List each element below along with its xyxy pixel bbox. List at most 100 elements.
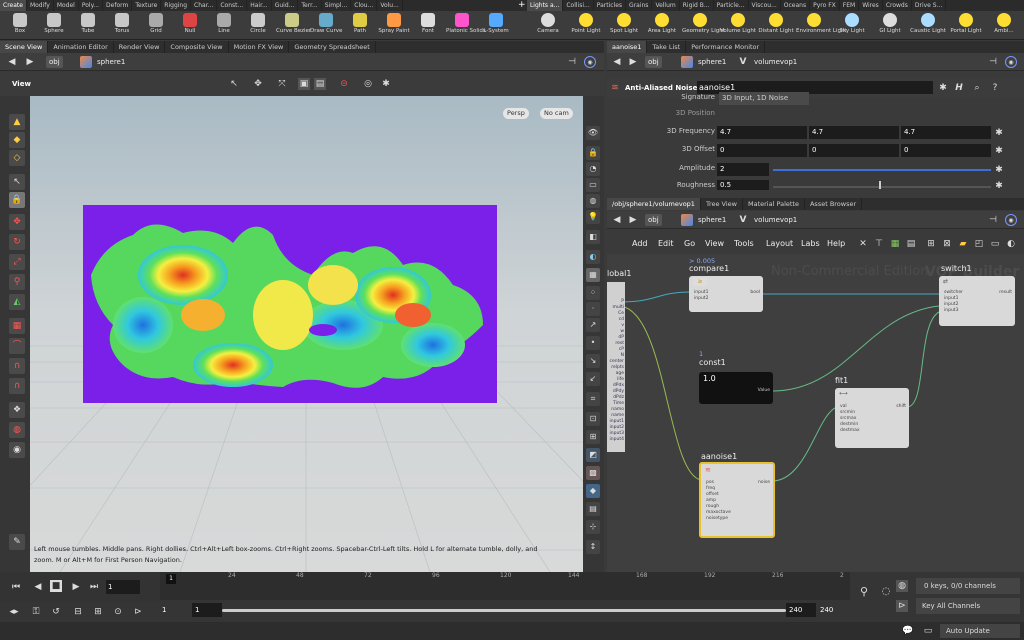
options-icon[interactable]: ⊞ — [92, 606, 104, 618]
pin-icon-3[interactable]: ⊣ — [987, 214, 999, 226]
display-icon[interactable]: ▤ — [314, 78, 326, 90]
key-all-menu[interactable]: Key All Channels — [916, 598, 1020, 614]
aanoise-amp[interactable]: amp — [706, 498, 716, 503]
preview-icon[interactable]: ◰ — [973, 238, 985, 250]
amplitude-slider[interactable] — [773, 169, 991, 171]
keyframe-icon[interactable]: ⊳ — [132, 606, 144, 618]
offset-y[interactable]: 0 — [809, 144, 899, 157]
add-shelf-icon[interactable]: + — [518, 0, 526, 11]
normals-icon[interactable]: ↗ — [586, 318, 600, 332]
parm-tab-1[interactable]: Take List — [647, 41, 687, 53]
scale-icon[interactable]: ⤢ — [9, 254, 25, 270]
select-points-icon[interactable]: ◆ — [9, 132, 25, 148]
signature-menu[interactable]: 3D Input, 1D Noise — [719, 92, 809, 105]
shelf-tab-0[interactable]: Create — [0, 0, 27, 11]
lock-camera-icon[interactable]: 🔒 — [586, 146, 600, 160]
shelf-tab-right-0[interactable]: Lights a... — [526, 0, 564, 11]
shelf-tab-2[interactable]: Model — [54, 0, 79, 11]
shelf-tab-11[interactable]: Terr... — [298, 0, 322, 11]
shelf-tab-8[interactable]: Const... — [217, 0, 248, 11]
menu-edit[interactable]: Edit — [658, 239, 674, 248]
path-obj[interactable]: obj — [46, 56, 63, 68]
list-view-icon[interactable]: ▤ — [905, 238, 917, 250]
aanoise-maxoctave[interactable]: maxoctave — [706, 510, 731, 515]
const-output[interactable]: Value — [758, 388, 770, 393]
wireframe-icon[interactable]: ▦ — [586, 268, 600, 282]
net-path-node[interactable]: sphere1 — [695, 214, 729, 226]
key-all-icon[interactable]: ⊳ — [896, 600, 908, 612]
play-reverse-icon[interactable]: ◀ — [32, 581, 44, 593]
shelf-tab-right-4[interactable]: Vellum — [652, 0, 680, 11]
radial-menu-icon[interactable]: ◌ — [880, 586, 892, 598]
play-icon[interactable]: ▶ — [70, 581, 82, 593]
auto-update-menu[interactable]: Auto Update — [940, 624, 1020, 638]
shelf-tab-right-8[interactable]: Oceans — [781, 0, 811, 11]
perspective-menu[interactable]: Persp — [503, 108, 529, 119]
link-icon-3[interactable]: ◉ — [1005, 214, 1017, 226]
notes-icon[interactable]: ✎ — [9, 534, 25, 550]
light-tool-3[interactable]: Area Light — [644, 11, 680, 40]
light-tool-8[interactable]: Sky Light — [834, 11, 870, 40]
prim-numbers-icon[interactable]: ↘ — [586, 354, 600, 368]
left-tab-5[interactable]: Geometry Spreadsheet — [289, 41, 376, 53]
tool-13[interactable]: Platonic Solids — [446, 11, 486, 40]
parm-path-vop[interactable]: volumevop1 — [751, 56, 800, 68]
shelf-tab-4[interactable]: Deform — [103, 0, 133, 11]
start-frame[interactable]: 1 — [162, 606, 166, 614]
tool-5[interactable]: Null — [174, 11, 206, 40]
checker-icon[interactable]: ▩ — [586, 466, 600, 480]
fit-destmin[interactable]: destmin — [840, 422, 858, 427]
shelf-tab-right-3[interactable]: Grains — [626, 0, 653, 11]
menu-add[interactable]: Add — [632, 239, 648, 248]
left-tab-2[interactable]: Render View — [114, 41, 166, 53]
light-tool-7[interactable]: Environment Light — [796, 11, 847, 40]
switch-node[interactable]: ⇄ switcher input1 input2 input3 result — [939, 276, 1015, 326]
forward-arrow-icon[interactable]: ▶ — [24, 56, 36, 68]
aanoise-node[interactable]: ≋ pos freq offset amp rough maxoctave no… — [699, 462, 775, 538]
left-tab-0[interactable]: Scene View — [0, 41, 49, 53]
link-icon[interactable]: ◉ — [584, 56, 596, 68]
shelf-tab-3[interactable]: Poly... — [79, 0, 104, 11]
global-anim-icon[interactable]: ⊙ — [112, 606, 124, 618]
parm-path-obj[interactable]: obj — [645, 56, 662, 68]
prim-normals-icon[interactable]: ↙ — [586, 372, 600, 386]
aanoise-output[interactable]: noise — [758, 480, 770, 485]
shelf-tab-right-12[interactable]: Crowds — [883, 0, 912, 11]
shelf-tab-5[interactable]: Texture — [132, 0, 162, 11]
camera-icon[interactable]: ▣ — [298, 78, 310, 90]
select-icon[interactable]: ▲ — [9, 114, 25, 130]
points-icon[interactable]: ⁘ — [586, 286, 600, 300]
lock-icon[interactable]: 🔒 — [9, 192, 25, 208]
handle-icon[interactable]: ⚲ — [9, 274, 25, 290]
aanoise-pos[interactable]: pos — [706, 480, 714, 485]
fit-val[interactable]: val — [840, 404, 847, 409]
light-tool-10[interactable]: Caustic Light — [910, 11, 946, 40]
render-icon[interactable]: ❖ — [9, 402, 25, 418]
tool-1[interactable]: Sphere — [38, 11, 70, 40]
realtime-icon[interactable]: ↺ — [50, 606, 62, 618]
range-start[interactable]: 1 — [192, 603, 222, 617]
menu-go[interactable]: Go — [684, 239, 695, 248]
menu-tools[interactable]: Tools — [734, 239, 754, 248]
tool-7[interactable]: Circle — [242, 11, 274, 40]
amplitude-field[interactable]: 2 — [717, 163, 769, 176]
grid-view-icon[interactable]: ▦ — [889, 238, 901, 250]
compare-output[interactable]: bool — [750, 290, 760, 295]
aanoise-noisetype[interactable]: noisetype — [706, 516, 728, 521]
frequency-y[interactable]: 4.7 — [809, 126, 899, 139]
left-tab-1[interactable]: Animation Editor — [48, 41, 114, 53]
shelf-tab-1[interactable]: Modify — [27, 0, 54, 11]
fit-destmax[interactable]: destmax — [840, 428, 860, 433]
shelf-tab-right-7[interactable]: Viscou... — [749, 0, 781, 11]
frequency-x[interactable]: 4.7 — [717, 126, 807, 139]
fit-srcmax[interactable]: srcmax — [840, 416, 856, 421]
bbox-icon[interactable]: ⊡ — [586, 412, 600, 426]
move-icon[interactable]: ✥ — [9, 214, 25, 230]
tool-0[interactable]: Box — [4, 11, 36, 40]
channels-icon[interactable]: ◍ — [896, 580, 908, 592]
light-tool-6[interactable]: Distant Light — [758, 11, 794, 40]
go-start-icon[interactable]: ⏮ — [10, 581, 22, 593]
end-frame[interactable]: 240 — [820, 606, 833, 614]
flipbook-icon[interactable]: ◎ — [362, 78, 374, 90]
half-circle-icon[interactable]: ◐ — [1005, 238, 1017, 250]
